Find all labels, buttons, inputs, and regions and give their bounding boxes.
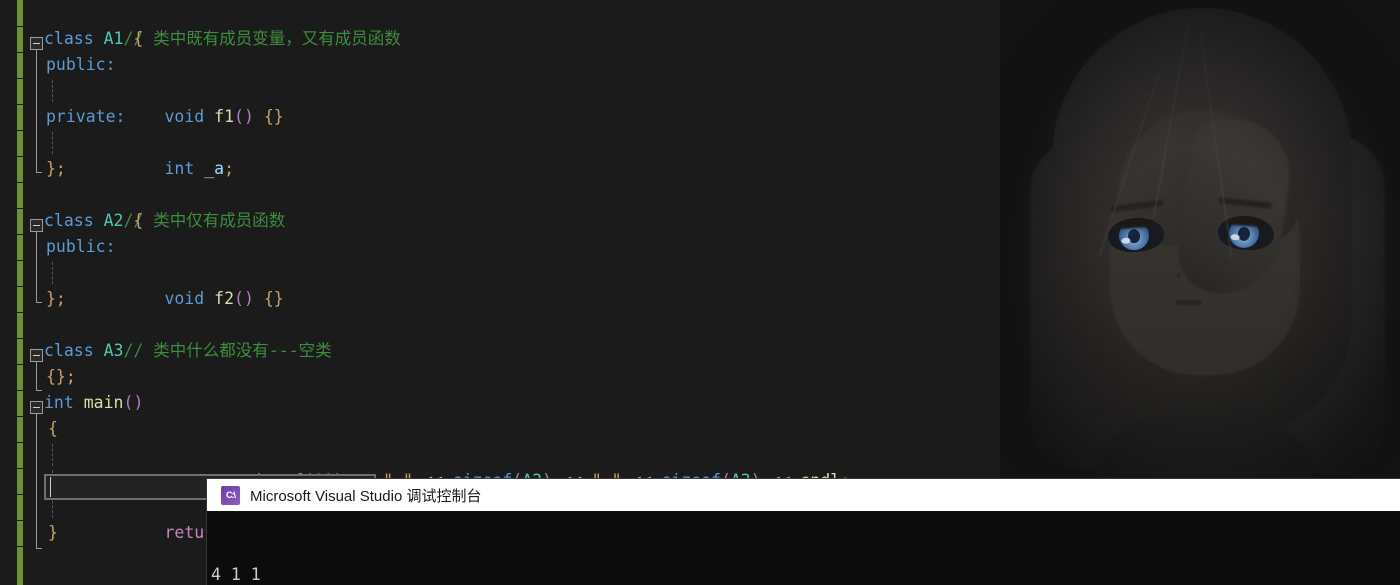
console-output[interactable]: 4 1 1 E:\c--code-warehouse\类和对象（上）\Debug…	[207, 511, 1400, 585]
brace-open: {	[133, 29, 144, 48]
console-app-icon: C:\	[221, 485, 240, 505]
code-line[interactable]: };	[0, 286, 1000, 312]
brace-close-main: }	[48, 523, 58, 542]
type-a3: A3	[103, 341, 124, 360]
keyword-class: class	[44, 29, 94, 48]
function-main: main	[83, 393, 124, 412]
paren-open: (	[123, 393, 134, 412]
debug-console-window[interactable]: C:\ Microsoft Visual Studio 调试控制台 4 1 1 …	[207, 479, 1400, 585]
code-line[interactable]: class A2 {	[0, 208, 1000, 234]
indent-guide	[52, 444, 53, 466]
code-line[interactable]: // 类中既有成员变量，又有成员函数	[0, 0, 1000, 48]
code-line[interactable]: public:	[0, 234, 1000, 260]
code-line[interactable]: // 类中仅有成员函数	[0, 182, 1000, 230]
keyword-int: int	[44, 393, 74, 412]
keyword-class: class	[44, 341, 94, 360]
class-close-a1: };	[46, 159, 66, 178]
type-a1: A1	[103, 29, 124, 48]
code-line[interactable]: class A1 {	[0, 26, 1000, 52]
keyword-class: class	[44, 211, 94, 230]
code-line[interactable]: public:	[0, 52, 1000, 78]
screen: // 类中既有成员变量，又有成员函数 class A1 { public: vo…	[0, 0, 1400, 585]
paren-close: )	[133, 393, 144, 412]
text-caret	[50, 477, 51, 497]
indent-guide	[52, 132, 53, 154]
console-title: Microsoft Visual Studio 调试控制台	[250, 487, 482, 505]
code-line[interactable]: private:	[0, 104, 1000, 130]
access-public: public:	[46, 237, 116, 256]
code-line[interactable]: {};	[0, 364, 1000, 390]
code-line[interactable]: void f2() {}	[0, 260, 1000, 308]
code-line[interactable]: void f1() {}	[0, 78, 1000, 126]
code-line[interactable]: cout << sizeof(A1) << " " << sizeof(A2) …	[0, 442, 1000, 490]
empty-class-body: {};	[46, 367, 76, 386]
code-line[interactable]: int main()	[0, 390, 1000, 416]
code-lines[interactable]: // 类中既有成员变量，又有成员函数 class A1 { public: vo…	[0, 0, 1000, 546]
indent-guide	[52, 262, 53, 284]
code-line[interactable]: {	[0, 416, 1000, 442]
indent-guide	[52, 80, 53, 102]
access-public: public:	[46, 55, 116, 74]
console-title-bar[interactable]: C:\ Microsoft Visual Studio 调试控制台	[207, 479, 1400, 511]
brace-open: {	[48, 419, 58, 438]
code-line[interactable]: class A3	[0, 338, 1000, 364]
class-close-a2: };	[46, 289, 66, 308]
code-line[interactable]: // 类中什么都没有---空类	[0, 312, 1000, 360]
code-line[interactable]: };	[0, 156, 1000, 182]
change-bar	[17, 547, 23, 585]
console-output-line: 4 1 1	[211, 565, 261, 584]
brace-open: {	[133, 211, 144, 230]
access-private: private:	[46, 107, 126, 126]
code-line[interactable]: int _a;	[0, 130, 1000, 178]
type-a2: A2	[103, 211, 124, 230]
